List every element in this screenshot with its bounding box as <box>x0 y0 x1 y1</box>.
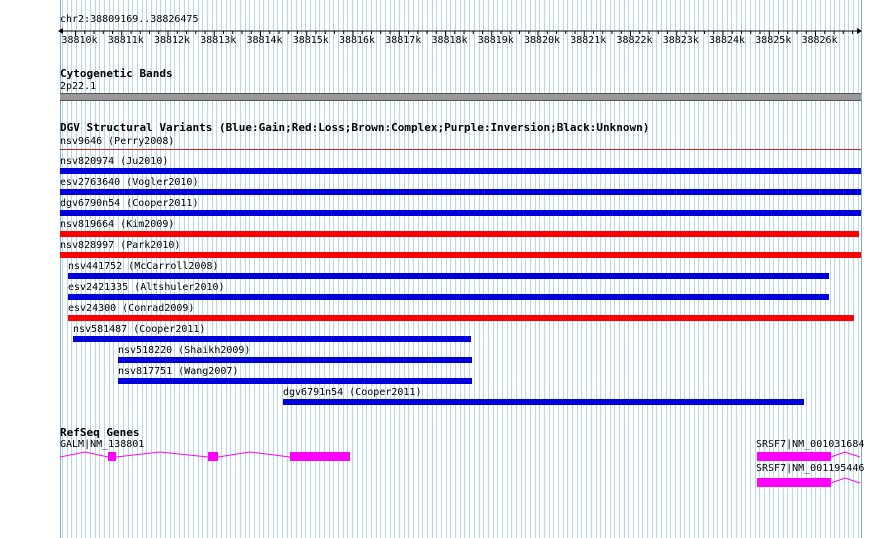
srsf7-intron-line <box>830 451 861 458</box>
variant-label[interactable]: nsv9646 (Perry2008) <box>60 136 174 148</box>
variant-label[interactable]: esv2421335 (Altshuler2010) <box>68 282 225 294</box>
variant-label[interactable]: dgv6791n54 (Cooper2011) <box>283 387 421 399</box>
gain-variant-bar[interactable] <box>283 399 804 405</box>
gain-variant-bar[interactable] <box>60 189 861 195</box>
galm-exon[interactable] <box>290 452 350 461</box>
ruler-tick-label: 38826k <box>801 35 838 46</box>
variant-label[interactable]: esv2763640 (Vogler2010) <box>60 177 198 189</box>
ruler-tick-label: 38825k <box>755 35 792 46</box>
ruler-tick-label: 38816k <box>338 35 376 46</box>
gain-variant-bar[interactable] <box>68 273 829 279</box>
ruler-tick-label: 38810k <box>61 35 98 46</box>
refseq-track-title[interactable]: RefSeq Genes <box>60 426 139 439</box>
galm-exon[interactable] <box>208 452 218 461</box>
ruler-tick-label: 38811k <box>107 35 144 46</box>
variant-label[interactable]: esv24300 (Conrad2009) <box>68 303 194 315</box>
cytoband-bar[interactable] <box>60 93 861 101</box>
ruler-tick-label: 38823k <box>662 35 699 46</box>
loss-variant-bar[interactable] <box>60 149 861 150</box>
variant-label[interactable]: nsv820974 (Ju2010) <box>60 156 168 168</box>
gain-variant-bar[interactable] <box>68 294 829 300</box>
variant-label[interactable]: nsv817751 (Wang2007) <box>118 366 238 378</box>
srsf7-intron-line <box>830 477 861 484</box>
ruler-tick-label: 38820k <box>523 35 561 46</box>
cytoband-label: 2p22.1 <box>60 81 97 92</box>
loss-variant-bar[interactable] <box>60 231 859 237</box>
gain-variant-bar[interactable] <box>73 336 471 342</box>
variant-label[interactable]: nsv518220 (Shaikh2009) <box>118 345 250 357</box>
gain-variant-bar[interactable] <box>118 357 472 363</box>
ruler-tick-label: 38814k <box>246 35 283 46</box>
gene-models <box>59 451 861 487</box>
variant-label[interactable]: nsv819664 (Kim2009) <box>60 219 174 231</box>
ruler-tick-label: 38818k <box>431 35 468 46</box>
galm-exon[interactable] <box>108 452 116 461</box>
variant-label[interactable]: nsv828997 (Park2010) <box>60 240 180 252</box>
loss-variant-bar[interactable] <box>68 315 854 321</box>
variant-label[interactable]: dgv6790n54 (Cooper2011) <box>60 198 198 210</box>
srsf7-exon[interactable] <box>757 452 831 461</box>
srsf7-exon[interactable] <box>757 478 831 487</box>
ruler-tick-label: 38815k <box>292 35 329 46</box>
ruler-tick-label: 38821k <box>570 35 607 46</box>
ruler-left-arrow-icon <box>58 28 63 34</box>
ruler-right-arrow-icon <box>857 28 862 34</box>
variant-label[interactable]: nsv581487 (Cooper2011) <box>73 324 205 336</box>
ruler-tick-label: 38812k <box>153 35 191 46</box>
gain-variant-bar[interactable] <box>118 378 472 384</box>
cytobands-track-title[interactable]: Cytogenetic Bands <box>60 67 173 80</box>
gain-variant-bar[interactable] <box>60 210 861 216</box>
ruler-tick-label: 38817k <box>385 35 422 46</box>
ruler-tick-label: 38822k <box>616 35 653 46</box>
ruler-tick-label: 38813k <box>200 35 237 46</box>
loss-variant-bar[interactable] <box>60 252 861 258</box>
ruler-tick-label: 38824k <box>708 35 746 46</box>
ruler-tick-label: 38819k <box>477 35 514 46</box>
variant-label[interactable]: nsv441752 (McCarroll2008) <box>68 261 219 273</box>
gain-variant-bar[interactable] <box>60 168 861 174</box>
dgv-track-title[interactable]: DGV Structural Variants (Blue:Gain;Red:L… <box>60 121 649 134</box>
